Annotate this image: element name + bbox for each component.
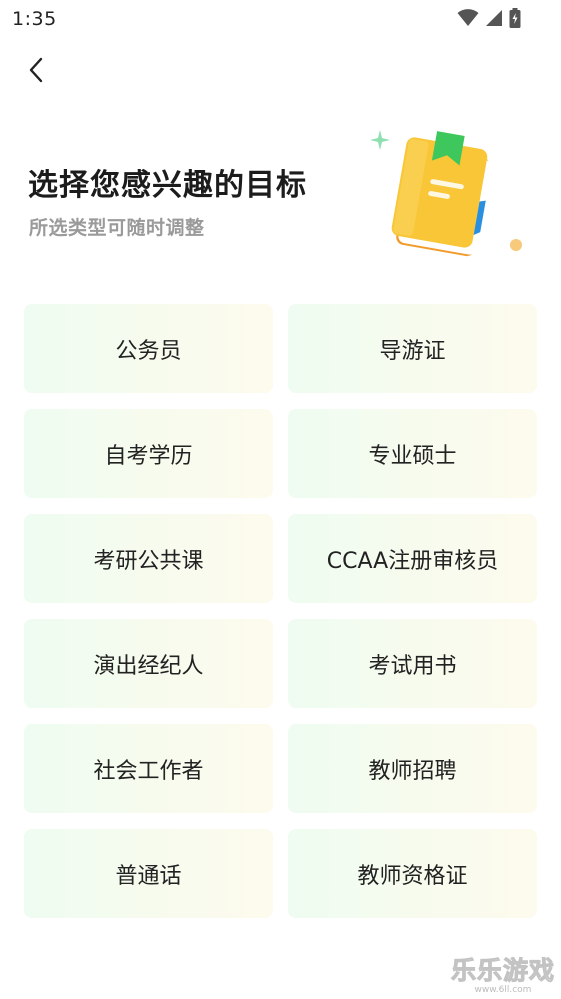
category-card[interactable]: 专业硕士: [288, 409, 537, 498]
cell-signal-icon: [486, 10, 502, 26]
page-subtitle: 所选类型可随时调整: [29, 217, 205, 239]
battery-charging-icon: [509, 8, 521, 28]
category-card[interactable]: 教师招聘: [288, 724, 537, 813]
page-title: 选择您感兴趣的目标: [28, 168, 307, 203]
category-card[interactable]: 教师资格证: [288, 829, 537, 918]
decor-dot: [510, 239, 522, 251]
category-card[interactable]: 演出经纪人: [24, 619, 273, 708]
category-card[interactable]: 考研公共课: [24, 514, 273, 603]
status-icons: [457, 8, 521, 28]
wifi-icon: [457, 9, 479, 26]
category-card[interactable]: 考试用书: [288, 619, 537, 708]
back-button[interactable]: [18, 52, 54, 88]
category-card[interactable]: 导游证: [288, 304, 537, 393]
category-card[interactable]: 普通话: [24, 829, 273, 918]
status-time: 1:35: [12, 8, 57, 30]
category-card[interactable]: 社会工作者: [24, 724, 273, 813]
chevron-left-icon: [29, 57, 43, 83]
watermark: 乐乐游戏 www.6ll.com: [450, 951, 555, 996]
category-card[interactable]: 公务员: [24, 304, 273, 393]
category-card[interactable]: 自考学历: [24, 409, 273, 498]
category-grid: 公务员 导游证 自考学历 专业硕士 考研公共课 CCAA注册审核员 演出经纪人 …: [24, 304, 537, 918]
watermark-text: 乐乐游戏: [450, 956, 555, 986]
status-bar: 1:35: [0, 0, 561, 38]
sparkle-icon: [370, 130, 390, 150]
book-illustration: [370, 130, 522, 257]
category-card[interactable]: CCAA注册审核员: [288, 514, 537, 603]
